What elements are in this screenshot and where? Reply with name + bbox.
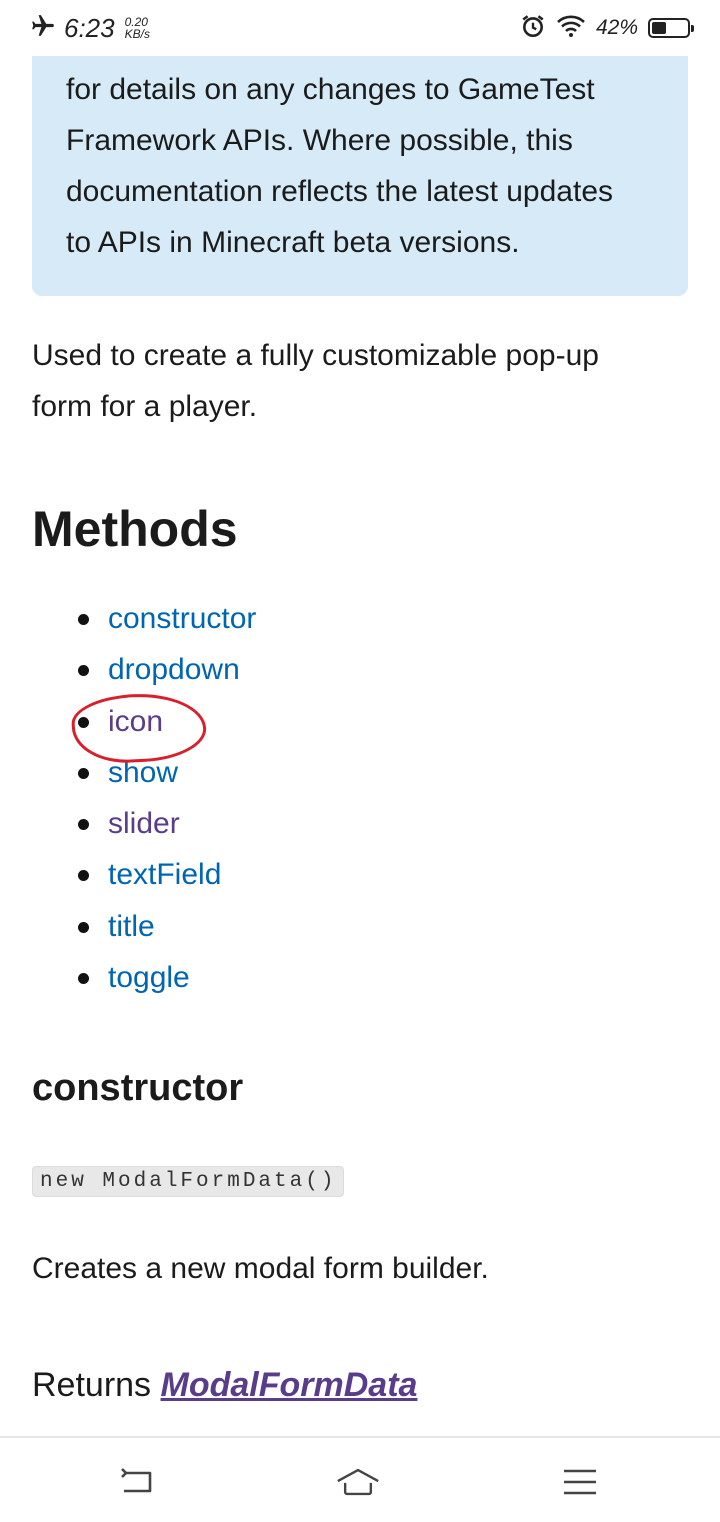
bullet [78,614,89,625]
method-link-dropdown[interactable]: dropdown [108,653,240,686]
intro-line: Used to create a fully customizable pop-… [32,339,599,372]
intro-line: form for a player. [32,390,258,423]
returns-line: Returns ModalFormData [32,1366,417,1405]
method-link-constructor[interactable]: constructor [108,602,256,635]
battery-level [652,22,666,34]
back-icon[interactable] [116,1462,160,1502]
menu-icon[interactable] [558,1462,602,1502]
constructor-code: new ModalFormData() [32,1166,345,1197]
list-item: textField [75,852,256,903]
bullet [78,870,89,882]
list-item: title [75,904,256,955]
info-note: for details on any changes to GameTest F… [32,56,688,296]
bullet [78,973,89,985]
bullet [78,819,89,831]
method-link-toggle[interactable]: toggle [108,961,190,994]
intro-paragraph: Used to create a fully customizable pop-… [32,330,692,432]
note-line: Framework APIs. Where possible, this [66,124,573,157]
method-link-textfield[interactable]: textField [108,858,221,891]
method-link-title[interactable]: title [108,910,155,943]
wifi-icon [556,13,586,44]
bullet [78,921,89,933]
methods-list: constructor dropdown icon show slider te… [75,596,256,1006]
clock-time: 6:23 [64,12,115,43]
note-line: to APIs in Minecraft beta versions. [66,226,520,259]
list-item: dropdown [75,647,256,698]
methods-heading: Methods [32,501,238,557]
bullet [78,665,89,677]
bullet [78,767,89,779]
constructor-description: Creates a new modal form builder. [32,1252,489,1285]
list-item: constructor [75,596,256,647]
network-speed-unit: KB/s [124,27,150,41]
method-link-slider[interactable]: slider [108,807,180,840]
battery-percentage: 42% [595,16,638,39]
list-item: slider [75,801,256,852]
airplane-icon [30,13,56,44]
note-line: for details on any changes to GameTest [66,73,595,106]
returns-label: Returns [32,1366,152,1404]
note-line: documentation reflects the latest update… [66,175,614,208]
home-icon[interactable] [336,1462,380,1502]
list-item: toggle [75,955,256,1006]
alarm-icon [520,13,546,44]
constructor-heading: constructor [32,1067,244,1109]
battery-icon [648,18,694,38]
status-bar: 6:23 0.20 KB/s 42% [0,0,720,56]
returns-type-link[interactable]: ModalFormData [161,1366,418,1404]
bottom-navigation-bar [0,1436,720,1522]
network-speed: 0.20 KB/s [125,16,150,40]
